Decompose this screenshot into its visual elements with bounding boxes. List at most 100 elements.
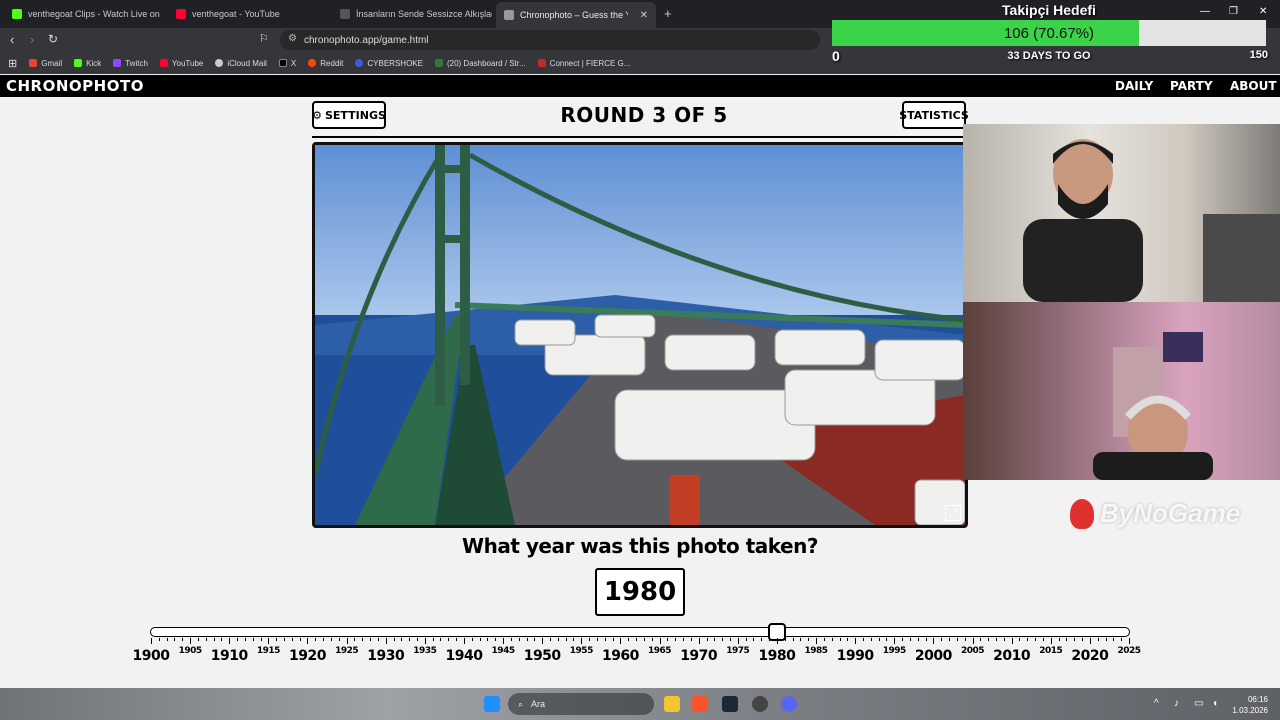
- slider-tick: [863, 638, 864, 641]
- microphone-icon[interactable]: ♪: [1174, 698, 1179, 709]
- volume-icon[interactable]: ◖: [1212, 698, 1218, 709]
- slider-tick: [503, 638, 504, 644]
- tab-article[interactable]: İnsanların Sende Sessizce Alkışladığı: [332, 4, 492, 24]
- slider-tick: [683, 638, 684, 641]
- apps-grid-icon[interactable]: ⊞: [8, 57, 17, 70]
- slider-tick: [605, 638, 606, 641]
- slider-tick: [1059, 638, 1060, 641]
- youtube-icon: [176, 9, 186, 19]
- back-arrow-icon[interactable]: ‹: [10, 32, 14, 47]
- fullscreen-icon[interactable]: ⤢: [945, 505, 961, 521]
- taskbar-clock[interactable]: 06:16 1.03.2026: [1232, 694, 1268, 716]
- steam-icon[interactable]: [722, 696, 738, 712]
- twitch-icon: [113, 59, 122, 67]
- slider-tick: [495, 638, 496, 641]
- round-indicator: ROUND 3 OF 5: [560, 103, 728, 127]
- tray-chevron-icon[interactable]: ^: [1154, 698, 1159, 709]
- slider-label: 1945: [491, 646, 516, 656]
- slider-tick: [785, 638, 786, 641]
- site-info-icon[interactable]: ⚙: [288, 33, 297, 44]
- slider-tick: [1098, 638, 1099, 641]
- bookmark-label: YouTube: [171, 58, 204, 68]
- slider-label: 1930: [367, 648, 405, 664]
- slider-tick: [261, 638, 262, 641]
- statistics-button[interactable]: STATISTICS: [899, 101, 969, 129]
- bookmark-cybershoke[interactable]: CYBERSHOKE: [355, 59, 423, 68]
- discord-icon[interactable]: [781, 696, 797, 712]
- cybershoke-icon: [355, 59, 364, 67]
- tab-youtube[interactable]: venthegoat - YouTube: [168, 4, 328, 24]
- slider-tick: [847, 638, 848, 641]
- bookmark-gmail[interactable]: Gmail: [29, 59, 62, 68]
- bookmark-fierce[interactable]: Connect | FIERCE G...: [537, 58, 631, 68]
- slider-tick: [182, 638, 183, 641]
- slider-tick: [229, 638, 230, 644]
- reload-icon[interactable]: ↻: [48, 32, 58, 46]
- slider-tick: [949, 638, 950, 641]
- slider-tick: [832, 638, 833, 641]
- url-bar[interactable]: ⚙ chronophoto.app/game.html: [280, 30, 820, 50]
- slider-tick: [871, 638, 872, 641]
- bookmark-reddit[interactable]: Reddit: [308, 59, 343, 68]
- nav-daily[interactable]: DAILY: [1115, 79, 1153, 93]
- slider-tick: [386, 638, 387, 644]
- slider-tick: [800, 638, 801, 641]
- tab-kick[interactable]: venthegoat Clips - Watch Live on Kick: [4, 4, 162, 24]
- windows-taskbar: ⌕ Ara ^ ♪ ▭ ◖ 06:16 1.03.2026: [0, 688, 1280, 720]
- obs-icon[interactable]: [752, 696, 768, 712]
- slider-tick: [840, 638, 841, 641]
- file-explorer-icon[interactable]: [664, 696, 680, 712]
- webcam-bottom: [963, 302, 1280, 480]
- slider-tick: [879, 638, 880, 641]
- bookmark-label: iCloud Mail: [227, 58, 267, 68]
- year-slider-track[interactable]: [150, 627, 1130, 637]
- slider-tick: [409, 638, 410, 641]
- slider-label: 1900: [132, 648, 170, 664]
- slider-tick: [487, 638, 488, 641]
- slider-tick: [151, 638, 152, 644]
- bookmark-icon[interactable]: ⚐: [259, 32, 269, 45]
- windows-start-icon[interactable]: [484, 696, 500, 712]
- bookmark-twitch[interactable]: Twitch: [113, 59, 148, 68]
- settings-label: SETTINGS: [324, 108, 386, 122]
- slider-tick: [339, 638, 340, 641]
- new-tab-button[interactable]: +: [664, 6, 672, 21]
- forward-arrow-icon[interactable]: ›: [30, 32, 34, 47]
- taskbar-search[interactable]: ⌕ Ara: [508, 693, 654, 715]
- bookmark-icloud[interactable]: iCloud Mail: [215, 59, 267, 68]
- display-icon[interactable]: ▭: [1194, 698, 1203, 709]
- bookmark-label: X: [290, 58, 297, 68]
- slider-tick: [448, 638, 449, 641]
- webcam-person-illustration: [1023, 139, 1280, 302]
- slider-tick: [707, 638, 708, 641]
- bookmark-dashboard[interactable]: (20) Dashboard / Str...: [434, 58, 526, 68]
- slider-tick: [417, 638, 418, 641]
- close-tab-icon[interactable]: ✕: [640, 10, 648, 21]
- bookmark-label: (20) Dashboard / Str...: [446, 58, 526, 68]
- gear-icon: ⚙: [312, 108, 322, 122]
- nav-party[interactable]: PARTY: [1170, 79, 1213, 93]
- settings-button[interactable]: ⚙ SETTINGS: [312, 101, 386, 129]
- tab-chronophoto[interactable]: Chronophoto – Guess the Year o ✕: [496, 2, 656, 28]
- bookmark-youtube[interactable]: YouTube: [159, 58, 204, 68]
- slider-tick: [926, 638, 927, 641]
- slider-tick: [636, 638, 637, 641]
- slider-tick: [1004, 638, 1005, 641]
- tab-title: venthegoat Clips - Watch Live on Kick: [28, 9, 162, 19]
- slider-tick: [620, 638, 621, 644]
- bookmark-kick[interactable]: Kick: [74, 59, 101, 68]
- fierce-icon: [537, 59, 546, 67]
- bookmark-label: Connect | FIERCE G...: [549, 58, 631, 68]
- slider-tick: [918, 638, 919, 641]
- goal-value: 106 (70.67%): [1003, 25, 1095, 42]
- slider-tick: [456, 638, 457, 641]
- webcam-person-illustration: [1093, 332, 1213, 480]
- bookmark-x[interactable]: X: [278, 58, 297, 68]
- slider-tick: [401, 638, 402, 641]
- slider-tick: [793, 638, 794, 641]
- site-logo[interactable]: CHRONOPHOTO: [6, 77, 144, 95]
- nav-about[interactable]: ABOUT: [1230, 79, 1277, 93]
- brave-browser-icon[interactable]: [692, 696, 708, 712]
- year-display: 1980: [595, 568, 685, 616]
- slider-tick: [284, 638, 285, 641]
